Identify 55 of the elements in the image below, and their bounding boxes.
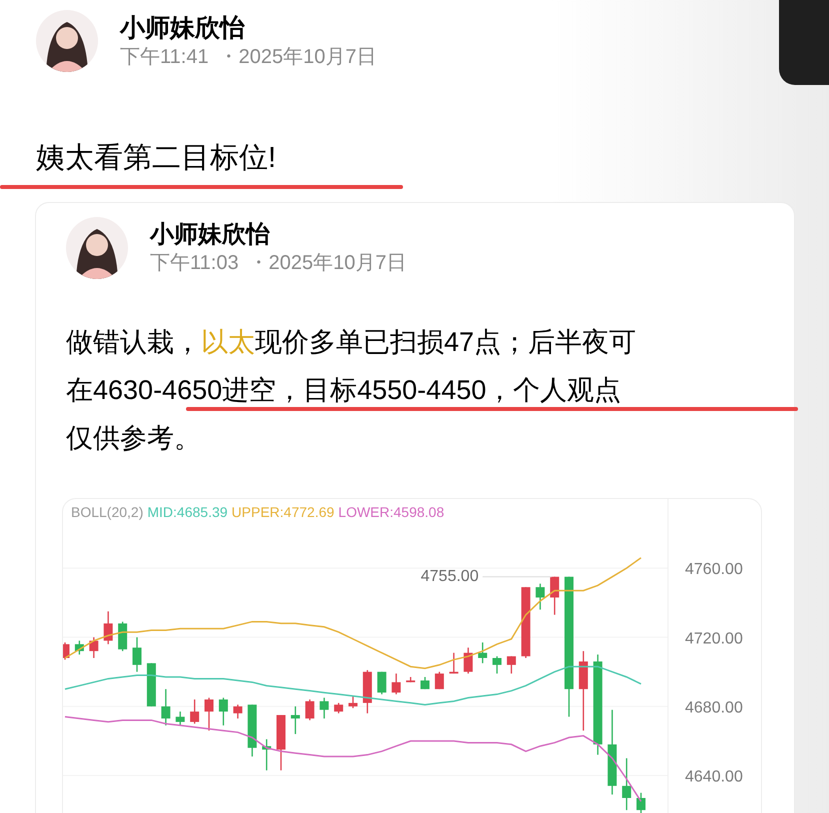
candlestick [622,758,632,810]
candlestick [104,611,113,644]
candlestick [434,672,444,690]
axis-label: 4760.00 [685,561,743,578]
candlestick [233,704,242,718]
post-time: 下午11:03 [150,253,239,273]
post-text: 姨太看第二目标位! [36,142,276,174]
axis-label: 4640.00 [685,768,743,786]
candlestick [406,677,416,682]
quoted-post-text: 做错认栽，以太现价多单已扫损47点；后半夜可在4630-4650进空，目标4550-4450，个人观点仅供参考。 [66,326,638,455]
leader-line [482,576,552,578]
candlestick [248,704,257,756]
candlestick [305,699,314,720]
candlestick [521,587,530,658]
candlestick [74,640,84,655]
candlestick [132,637,142,672]
candlestick [320,698,329,718]
candlestick [146,663,156,706]
candlestick [63,642,70,660]
post-date: ・2025年10月7日 [218,46,376,66]
axis-label: 4680.00 [685,699,743,716]
candlestick [478,642,488,664]
candlestick [118,622,128,652]
price-annotation: 4755.00 [420,568,479,585]
candlestick [204,698,214,731]
legend-label: UPPER:4772.69 [232,505,334,519]
legend-label: MID:4685.39 [147,505,228,519]
candlestick [492,656,502,674]
candlestick [348,696,358,708]
candlestick [362,670,372,714]
candlestick [449,652,458,674]
candlestick [420,677,430,690]
author-name[interactable]: 小师妹欣怡 [120,16,376,40]
author-name[interactable]: 小师妹欣怡 [150,223,406,247]
candlestick [334,702,344,714]
candlestick [161,689,170,726]
legend-label: BOLL(20,2) [71,505,144,519]
candlestick [176,712,185,726]
candlestick [550,576,560,615]
post-date: ・2025年10月7日 [248,253,406,273]
candlestick [464,648,473,674]
candlestick [636,792,646,813]
post-time: 下午11:41 [120,46,209,66]
candlestick [262,739,272,770]
axis-label: 4720.00 [685,630,743,648]
candlestick [377,672,386,694]
candlestick [190,699,200,724]
candlestick [290,706,300,734]
candlestick [89,637,98,658]
candlestick [218,698,228,726]
candlestick [506,656,516,674]
candlestick [536,584,545,610]
candlestick [276,715,286,770]
candlestick [392,674,401,694]
legend-label: LOWER:4598.08 [338,505,444,519]
